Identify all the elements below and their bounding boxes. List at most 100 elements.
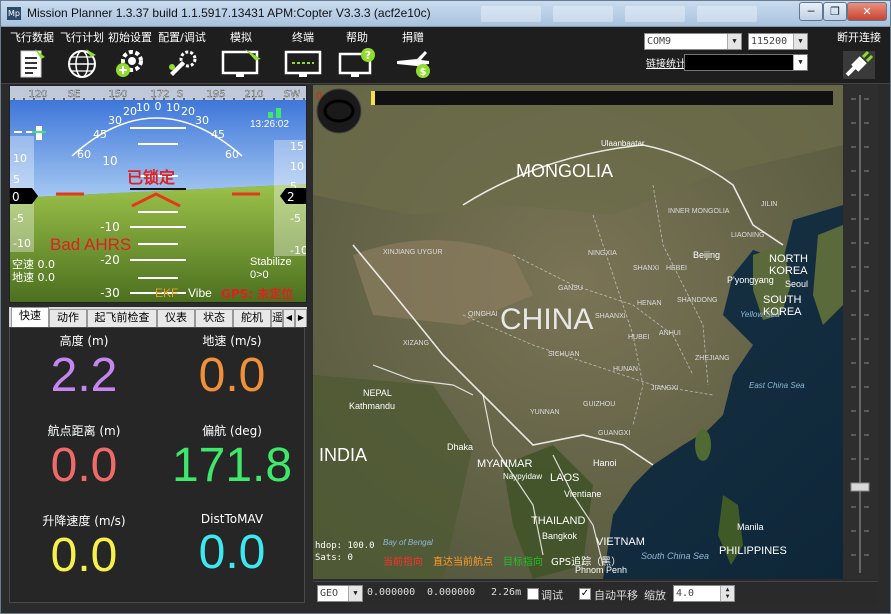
quick-climb-rate[interactable]: 升降速度 (m/s) 0.0 [10,508,158,598]
donate-label: 捐赠 [391,29,435,45]
zoom-slider-thumb[interactable] [851,483,869,491]
flight-plan-button[interactable]: 飞行计划 [59,29,105,81]
flight-data-button[interactable]: 飞行数据 [9,29,55,81]
maximize-button[interactable]: ❐ [823,2,847,21]
map-overlay-bar-fill [371,91,375,105]
map-label-sea: East China Sea [749,381,805,390]
map-label-province: GUIZHOU [583,401,615,408]
minimize-button[interactable]: ─ [799,2,823,21]
map-label-city: Naypyidaw [503,472,542,481]
chevron-down-icon: ▼ [793,34,807,49]
map-overlay-bar [371,91,833,105]
title-bar[interactable]: Mp Mission Planner 1.3.37 build 1.1.5917… [1,1,890,27]
alt-tape-label: -5 [290,212,301,225]
speed-tape-label: 5 [13,173,20,186]
quick-value: 0.0 [158,349,306,403]
chevron-down-icon: ▼ [727,34,741,49]
autopan-label: 自动平移 [594,587,638,603]
tab-servo[interactable]: 舵机 [233,309,271,327]
map-label-province: QINGHAI [468,311,498,318]
tab-gauges[interactable]: 仪表 [157,309,195,327]
donate-button[interactable]: 捐赠 $ [391,29,435,81]
heading-tick-label: 120 [28,89,47,100]
hud-display[interactable]: 120SE150172S195210SW 6045302010010203045… [9,85,307,303]
link-stats-select[interactable]: ▼ [684,54,808,71]
simulation-button[interactable]: 模拟 [217,29,265,81]
flight-data-icon [17,47,47,79]
tab-actions[interactable]: 动作 [49,309,87,327]
roll-label: 20 [181,105,195,118]
title-ghost-tab [697,6,757,22]
zoom-slider-svg [843,85,878,579]
connect-button[interactable]: 断开连接 [833,29,885,81]
coord-type-select[interactable]: GEO ▼ [317,585,363,602]
map-view[interactable]: 0 MONGOLIA CHINA INDIA MYANMAR LAOS THAI… [313,85,843,579]
map-label-province: HUBEI [628,334,649,341]
connect-label: 断开连接 [833,29,885,45]
map-label-city: P'yongyang [727,275,774,285]
map-label-province: SICHUAN [548,351,580,358]
config-tuning-label: 配置/调试 [155,29,209,45]
baud-value: 115200 [751,36,787,47]
vibe-status[interactable]: Vibe [188,286,212,300]
zoom-slider[interactable] [843,85,878,579]
config-tuning-button[interactable]: 配置/调试 [155,29,209,81]
help-monitor-icon: ? [337,47,377,79]
battery-indicator [276,108,281,118]
initial-setup-label: 初始设置 [107,29,153,45]
tab-scroll-right[interactable]: ▶ [295,309,307,327]
ekf-status[interactable]: EKF [155,286,178,300]
coord-type-value: GEO [320,588,338,599]
map-label-province: ZHEJIANG [695,355,730,362]
tab-scroll-left[interactable]: ◀ [283,309,295,327]
zoom-stepper[interactable]: 4.0 ▲▼ [673,585,735,602]
legend-direct-wp: 直达当前航点 [433,553,493,568]
terminal-button[interactable]: 终端 [281,29,325,81]
main-window: Mp Mission Planner 1.3.37 build 1.1.5917… [0,0,891,614]
autopan-checkbox[interactable]: ✓ [579,588,591,600]
port-select[interactable]: COM9 ▼ [644,33,742,50]
lng-readout: 0.000000 [427,587,475,598]
battery-indicator [268,112,273,118]
pitch-label: -10 [100,220,120,234]
initial-setup-button[interactable]: 初始设置 [107,29,153,81]
terminal-icon [283,47,323,79]
help-button[interactable]: 帮助 ? [335,29,379,81]
title-ghost-tab [553,6,613,22]
wrench-icon [166,47,198,79]
flight-data-label: 飞行数据 [9,29,55,45]
tab-status[interactable]: 状态 [195,309,233,327]
map-label-province: INNER MONGOLIA [668,208,729,215]
quick-wp-dist[interactable]: 航点距离 (m) 0.0 [10,418,158,508]
heading-tick-label: S [177,89,183,100]
svg-text:$: $ [420,67,427,78]
monitor-plane-icon [219,47,263,79]
map-label-country: INDIA [319,445,367,466]
quick-value: 0.0 [10,439,158,493]
quick-yaw[interactable]: 偏航 (deg) 171.8 [158,418,306,508]
map-status-bar: GEO ▼ 0.000000 0.000000 2.26m 调试 ✓ 自动平移 … [313,581,878,605]
map-label-city: Seoul [785,279,808,289]
chevron-down-icon: ▼ [793,55,807,70]
quick-dist-to-mav[interactable]: DistToMAV 0.0 [158,508,306,598]
tab-telemetry[interactable]: 遥 [271,309,283,327]
quick-altitude[interactable]: 高度 (m) 2.2 [10,328,158,418]
tab-preflight[interactable]: 起飞前检查 [87,309,157,327]
map-label-province: HEBEI [666,265,687,272]
debug-label: 调试 [541,587,563,603]
quick-groundspeed[interactable]: 地速 (m/s) 0.0 [158,328,306,418]
donate-plane-icon: $ [393,47,433,79]
close-button[interactable]: ✕ [847,2,887,21]
map-label-city: Dhaka [447,442,473,452]
plug-icon [841,47,877,81]
map-label-province: XINJIANG UYGUR [383,249,443,256]
debug-checkbox[interactable] [527,588,539,600]
quick-label: 高度 (m) [10,332,158,349]
map-label-province: JIANGXI [651,385,678,392]
stepper-arrows-icon[interactable]: ▲▼ [720,586,734,601]
tab-quick[interactable]: 快速 [11,307,49,327]
map-label-province: HUNAN [613,366,638,373]
map-label-city: Ulaanbaatar [601,139,645,148]
title-ghost-tab [625,6,685,22]
baud-select[interactable]: 115200 ▼ [748,33,808,50]
